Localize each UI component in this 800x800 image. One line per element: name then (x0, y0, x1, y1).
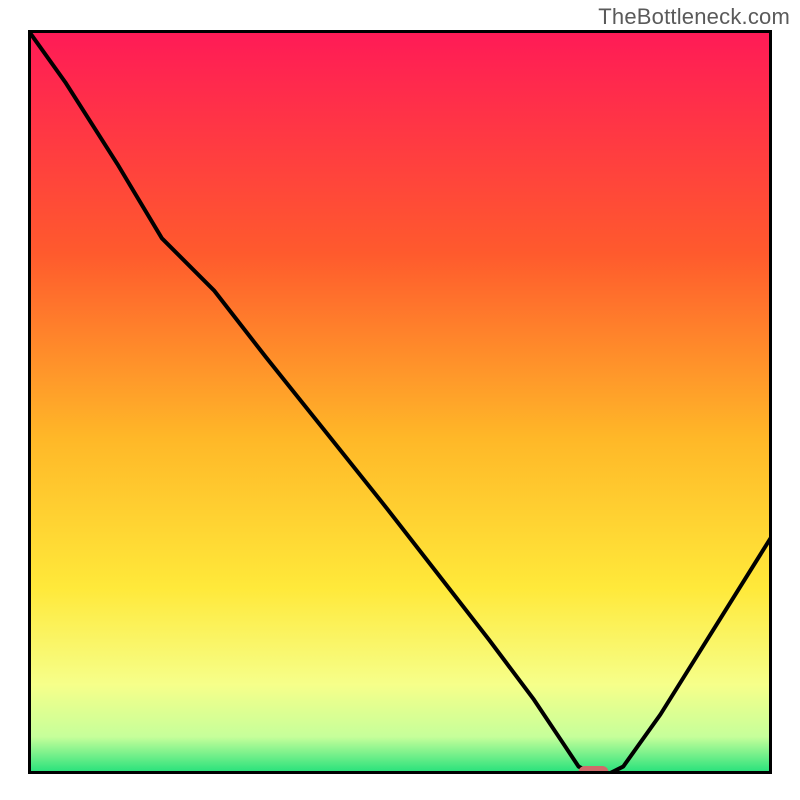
watermark-text: TheBottleneck.com (598, 4, 790, 30)
gradient-background (28, 30, 772, 774)
plot-area (28, 30, 772, 774)
chart-svg (28, 30, 772, 774)
chart-root: TheBottleneck.com (0, 0, 800, 800)
